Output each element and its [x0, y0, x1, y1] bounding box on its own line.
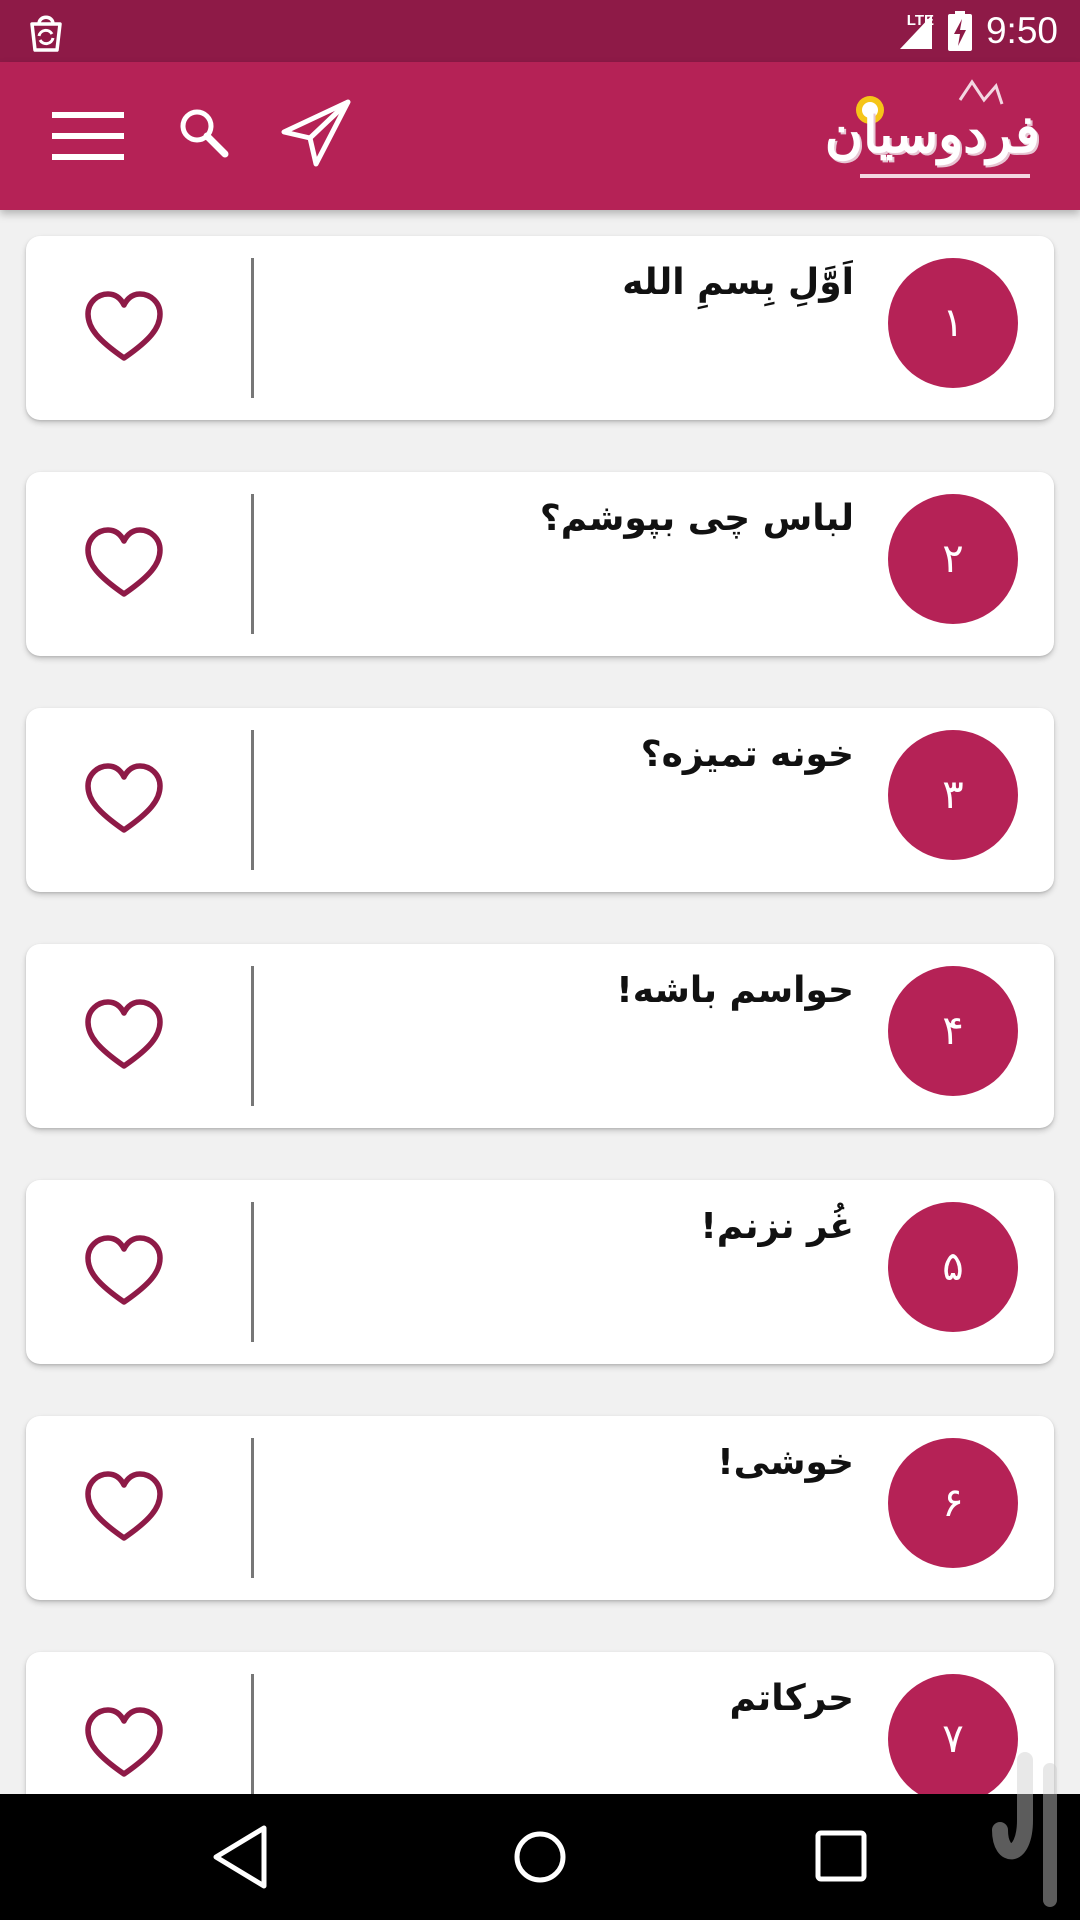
- list-item[interactable]: ۳ خونه تمیزه؟: [26, 708, 1054, 892]
- item-number-badge: ۳: [888, 730, 1018, 860]
- navigation-bar: [0, 1794, 1080, 1920]
- battery-charging-icon: [947, 11, 972, 51]
- send-icon[interactable]: [280, 98, 352, 170]
- heart-icon[interactable]: [84, 1706, 164, 1780]
- card-divider: [251, 1674, 254, 1794]
- home-icon[interactable]: [511, 1822, 569, 1892]
- item-title: حواسم باشه!: [616, 970, 854, 1011]
- item-title: غُر نزنم!: [700, 1206, 854, 1247]
- back-icon[interactable]: [208, 1822, 272, 1892]
- card-divider: [251, 258, 254, 398]
- store-watermark-icon: [992, 1752, 1057, 1907]
- item-title: لباس چی بپوشم؟: [539, 498, 854, 539]
- logo-text: فردوسیان: [824, 104, 1040, 165]
- app-bar: فردوسیان: [0, 62, 1080, 210]
- heart-icon[interactable]: [84, 290, 164, 364]
- lesson-list: ۱ اَوَّلِ بِسمِ الله ۲ لباس چی بپوشم؟ ۳ …: [0, 210, 1080, 1794]
- heart-icon[interactable]: [84, 1470, 164, 1544]
- heart-icon[interactable]: [84, 762, 164, 836]
- heart-icon[interactable]: [84, 526, 164, 600]
- list-item[interactable]: ۴ حواسم باشه!: [26, 944, 1054, 1128]
- status-time: 9:50: [985, 10, 1058, 51]
- item-number-badge: ۵: [888, 1202, 1018, 1332]
- card-divider: [251, 1202, 254, 1342]
- recents-icon[interactable]: [812, 1824, 872, 1890]
- list-item[interactable]: ۶ خوشی!: [26, 1416, 1054, 1600]
- signal-icon: [899, 15, 932, 49]
- item-title: خونه تمیزه؟: [640, 734, 854, 775]
- item-number-badge: ۴: [888, 966, 1018, 1096]
- heart-icon[interactable]: [84, 1234, 164, 1308]
- card-divider: [251, 494, 254, 634]
- item-number-badge: ۶: [888, 1438, 1018, 1568]
- shopping-bag-icon: [30, 15, 62, 52]
- list-item[interactable]: ۲ لباس چی بپوشم؟: [26, 472, 1054, 656]
- status-bar: LTE 9:50: [0, 0, 1080, 62]
- list-item[interactable]: ۷ حرکاتم: [26, 1652, 1054, 1794]
- item-title: حرکاتم: [729, 1678, 854, 1719]
- heart-icon[interactable]: [84, 998, 164, 1072]
- item-title: اَوَّلِ بِسمِ الله: [622, 262, 854, 303]
- list-item[interactable]: ۵ غُر نزنم!: [26, 1180, 1054, 1364]
- item-number-badge: ۱: [888, 258, 1018, 388]
- app-logo: فردوسیان: [824, 74, 1040, 198]
- list-item[interactable]: ۱ اَوَّلِ بِسمِ الله: [26, 236, 1054, 420]
- menu-icon[interactable]: [50, 106, 126, 166]
- search-icon[interactable]: [175, 104, 235, 164]
- card-divider: [251, 730, 254, 870]
- item-title: خوشی!: [717, 1442, 854, 1483]
- card-divider: [251, 966, 254, 1106]
- card-divider: [251, 1438, 254, 1578]
- item-number-badge: ۲: [888, 494, 1018, 624]
